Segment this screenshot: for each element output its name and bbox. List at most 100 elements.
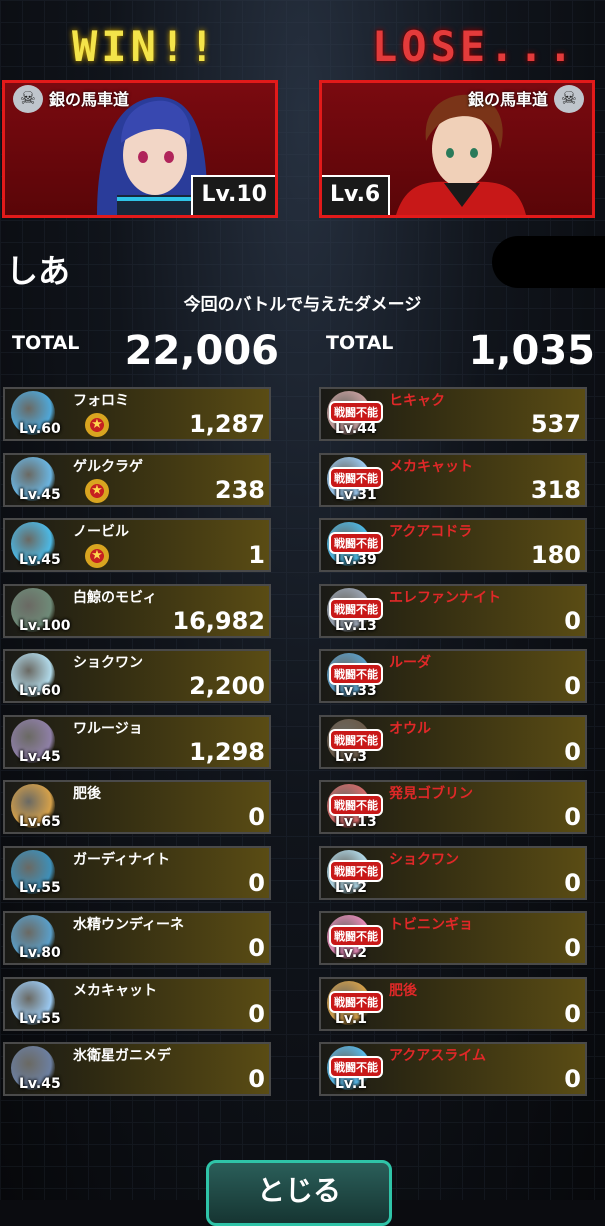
monster-row[interactable]: アクアスライム Lv.1 0 戦闘不能 [319, 1042, 587, 1096]
knocked-out-badge: 戦闘不能 [329, 532, 383, 554]
monster-row[interactable]: ショクワン Lv.60 2,200 [3, 649, 271, 703]
monster-name: ルーダ [389, 655, 431, 671]
player-level-left: Lv.10 [191, 175, 275, 215]
monster-level: Lv.1 [335, 1076, 367, 1092]
monster-row[interactable]: 水精ウンディーネ Lv.80 0 [3, 911, 271, 965]
monster-damage: 180 [530, 541, 581, 569]
monster-row[interactable]: 肥後 Lv.1 0 戦闘不能 [319, 976, 587, 1031]
close-button-label: とじる [256, 1174, 341, 1207]
monster-row[interactable]: メカキャット Lv.31 318 戦闘不能 [319, 452, 587, 507]
monster-row[interactable]: ショクワン Lv.2 0 戦闘不能 [319, 845, 587, 900]
monster-level: Lv.13 [335, 814, 377, 830]
monster-row[interactable]: フォロミ Lv.60 1,287 ★ [3, 387, 271, 441]
monster-name: オウル [389, 720, 431, 737]
monster-row[interactable]: トビニンギョ Lv.2 0 戦闘不能 [319, 911, 587, 965]
monster-row[interactable]: アクアコドラ Lv.39 180 戦闘不能 [319, 518, 587, 572]
monster-level: Lv.3 [335, 748, 367, 765]
monster-damage: 0 [564, 999, 581, 1028]
player-card-left: ☠ 銀の馬車道 Lv.10 [2, 80, 278, 218]
monster-name: ノービル [73, 524, 129, 540]
monster-name: ショクワン [389, 851, 459, 868]
monster-name: トビニンギョ [389, 917, 473, 933]
monster-damage: 318 [530, 475, 581, 504]
medal-icon: ★ [85, 544, 109, 568]
monster-level: Lv.45 [19, 486, 61, 503]
monster-name: ショクワン [73, 655, 143, 671]
monster-row[interactable]: ヒキャク Lv.44 537 戦闘不能 [319, 387, 587, 441]
monster-level: Lv.33 [335, 683, 377, 699]
monster-level: Lv.2 [335, 879, 367, 896]
monster-name: ワルージョ [73, 720, 143, 737]
knocked-out-badge: 戦闘不能 [329, 728, 383, 751]
knocked-out-badge: 戦闘不能 [329, 1056, 383, 1078]
monster-damage: 0 [248, 803, 265, 831]
monster-damage: 0 [564, 606, 581, 635]
monster-level: Lv.45 [19, 552, 61, 568]
monster-damage: 0 [248, 934, 265, 962]
player-level-right: Lv.6 [322, 175, 391, 215]
player-card-right: ☠ 銀の馬車道 Lv.6 [319, 80, 595, 218]
monster-damage: 0 [564, 1065, 581, 1093]
monster-name: アクアスライム [389, 1048, 487, 1064]
monster-row[interactable]: メカキャット Lv.55 0 [3, 976, 271, 1031]
guild-skull-icon: ☠ [13, 85, 43, 113]
monster-level: Lv.45 [19, 748, 61, 765]
total-label-left: TOTAL [12, 332, 80, 354]
monster-row[interactable]: エレファンナイト Lv.13 0 戦闘不能 [319, 583, 587, 638]
monster-row[interactable]: 肥後 Lv.65 0 [3, 780, 271, 834]
monster-row[interactable]: ノービル Lv.45 1 ★ [3, 518, 271, 572]
damage-title: 今回のバトルで与えたダメージ [183, 295, 422, 315]
monster-name: メカキャット [73, 982, 157, 999]
monster-name: フォロミ [73, 393, 129, 409]
monster-damage: 0 [564, 803, 581, 831]
monster-level: Lv.65 [19, 814, 61, 830]
lose-title: LOSE... [372, 22, 578, 71]
monster-row[interactable]: ルーダ Lv.33 0 戦闘不能 [319, 649, 587, 703]
monster-damage: 0 [248, 1065, 265, 1093]
monster-row[interactable]: ゲルクラゲ Lv.45 238 ★ [3, 452, 271, 507]
monster-row[interactable]: 氷衛星ガニメデ Lv.45 0 [3, 1042, 271, 1096]
monster-row[interactable]: 発見ゴブリン Lv.13 0 戦闘不能 [319, 780, 587, 834]
monster-level: Lv.44 [335, 421, 377, 437]
knocked-out-badge: 戦闘不能 [329, 859, 383, 882]
monster-damage: 16,982 [172, 606, 265, 635]
guild-name-left: 銀の馬車道 [49, 90, 130, 109]
monster-damage: 1,298 [189, 737, 265, 766]
monster-damage: 1,287 [189, 410, 265, 438]
win-title: WIN!! [72, 22, 219, 71]
monster-name: 白鯨のモビィ [73, 589, 157, 606]
medal-icon: ★ [85, 478, 109, 503]
monster-damage: 1 [248, 541, 265, 569]
monster-level: Lv.31 [335, 486, 377, 503]
knocked-out-badge: 戦闘不能 [329, 925, 383, 947]
monster-level: Lv.39 [335, 552, 377, 568]
monster-level: Lv.1 [335, 1010, 367, 1027]
monster-name: ヒキャク [389, 393, 445, 409]
monster-level: Lv.80 [19, 945, 61, 961]
monster-level: Lv.45 [19, 1076, 61, 1092]
monster-level: Lv.60 [19, 683, 61, 699]
monster-row[interactable]: ワルージョ Lv.45 1,298 [3, 714, 271, 769]
monster-level: Lv.13 [335, 617, 377, 634]
monster-row[interactable]: ガーディナイト Lv.55 0 [3, 845, 271, 900]
total-label-right: TOTAL [326, 332, 394, 354]
knocked-out-badge: 戦闘不能 [329, 990, 383, 1013]
monster-name: アクアコドラ [389, 524, 473, 540]
monster-name: 氷衛星ガニメデ [73, 1048, 171, 1064]
monster-name: ガーディナイト [73, 851, 171, 868]
guild-skull-icon: ☠ [554, 85, 584, 113]
close-button[interactable]: とじる [206, 1160, 392, 1226]
monster-damage: 0 [248, 999, 265, 1028]
guild-name-right: 銀の馬車道 [467, 90, 548, 109]
knocked-out-badge: 戦闘不能 [329, 597, 383, 620]
monster-name: ゲルクラゲ [73, 458, 143, 475]
knocked-out-badge: 戦闘不能 [329, 663, 383, 685]
monster-damage: 0 [564, 868, 581, 897]
monster-level: Lv.100 [19, 617, 71, 634]
player-name: しあ [6, 252, 71, 290]
monster-row[interactable]: オウル Lv.3 0 戦闘不能 [319, 714, 587, 769]
monster-level: Lv.60 [19, 421, 61, 437]
knocked-out-badge: 戦闘不能 [329, 466, 383, 489]
monster-name: エレファンナイト [389, 589, 501, 606]
monster-row[interactable]: 白鯨のモビィ Lv.100 16,982 [3, 583, 271, 638]
